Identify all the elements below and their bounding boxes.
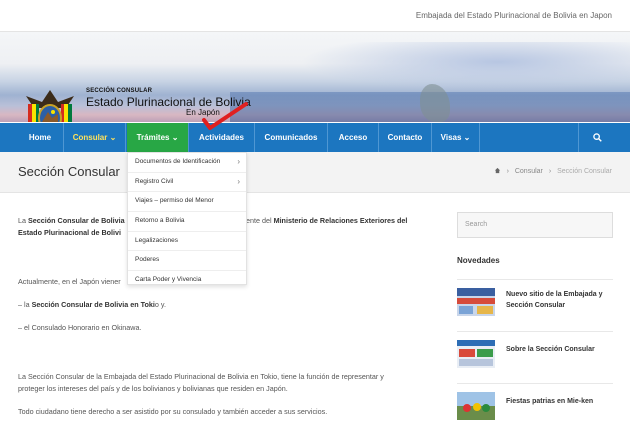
home-icon[interactable] [494, 167, 501, 174]
menu-item-poderes[interactable]: Poderes [128, 251, 246, 272]
news-thumbnail[interactable] [457, 288, 495, 316]
nav-consular[interactable]: Consular ⌄ [64, 123, 126, 152]
menu-item-legalizaciones[interactable]: Legalizaciones [128, 232, 246, 252]
news-thumbnail[interactable] [457, 392, 495, 420]
main-nav: Home Consular ⌄ Trámites ⌄ Actividades C… [0, 123, 630, 152]
news-item[interactable]: Sobre la Sección Consular [457, 331, 613, 372]
search-icon [592, 133, 602, 143]
nav-contacto[interactable]: Contacto [379, 123, 432, 152]
menu-item-carta-poder[interactable]: Carta Poder y Vivencia [128, 271, 246, 290]
chevron-right-icon: › [237, 176, 240, 186]
menu-item-retorno[interactable]: Retorno a Bolivia [128, 212, 246, 232]
search-input[interactable]: Search [457, 212, 613, 238]
menu-item-viajes[interactable]: Viajes – permiso del Menor [128, 192, 246, 213]
chevron-right-icon: › [237, 157, 240, 166]
paragraph-function-2: proteger los intereses del país y de los… [18, 384, 288, 393]
breadcrumb-current: Sección Consular [557, 168, 612, 175]
nav-home[interactable]: Home [17, 123, 64, 152]
news-heading: Novedades [457, 256, 500, 265]
nav-acceso[interactable]: Acceso [328, 123, 379, 152]
news-item[interactable]: Fiestas patrias en Mie-ken [457, 383, 613, 424]
coat-of-arms-logo[interactable] [22, 82, 78, 122]
page-title: Sección Consular [18, 164, 120, 179]
header-banner: SECCIÓN CONSULAR Estado Plurinacional de… [0, 32, 630, 122]
nav-tramites[interactable]: Trámites ⌄ [127, 123, 189, 152]
paragraph-actualmente: Actualmente, en el Japón viener [18, 277, 121, 286]
section-label: SECCIÓN CONSULAR [86, 88, 153, 94]
list-item-okinawa: – el Consulado Honorario en Okinawa. [18, 323, 142, 332]
news-title[interactable]: Nuevo sitio de la Embajada y Sección Con… [506, 290, 610, 312]
breadcrumb-consular[interactable]: Consular [515, 168, 543, 175]
menu-item-registro-civil[interactable]: Registro Civil › [128, 173, 246, 193]
search-placeholder: Search [465, 221, 488, 228]
paragraph-rights: Todo ciudadano tiene derecho a ser asist… [18, 407, 328, 416]
news-title[interactable]: Sobre la Sección Consular [506, 345, 610, 356]
nav-comunicados[interactable]: Comunicados [255, 123, 328, 152]
breadcrumb: › Consular › Sección Consular [494, 167, 612, 175]
paragraph-function-1: La Sección Consular de la Embajada del E… [18, 372, 384, 381]
red-checkmark-annotation [202, 102, 248, 130]
nav-search-button[interactable] [578, 123, 615, 152]
tramites-dropdown-menu: Documentos de Identificación › Registro C… [127, 152, 247, 285]
intro-line-1: La Sección Consular de Bolivia [18, 216, 125, 225]
list-item-tokio: – la Sección Consular de Bolivia en Toki… [18, 300, 166, 309]
news-thumbnail[interactable] [457, 340, 495, 368]
nav-visas[interactable]: Visas ⌄ [432, 123, 480, 152]
top-bar: Embajada del Estado Plurinacional de Bol… [0, 0, 630, 32]
news-item[interactable]: Nuevo sitio de la Embajada y Sección Con… [457, 279, 613, 324]
news-title[interactable]: Fiestas patrias en Mie-ken [506, 397, 610, 408]
intro-line-1b: ente del Ministerio de Relaciones Exteri… [246, 216, 408, 225]
page-header: Sección Consular › Consular › Sección Co… [0, 152, 630, 193]
intro-line-2: Estado Plurinacional de Bolivi [18, 228, 122, 237]
embassy-name: Embajada del Estado Plurinacional de Bol… [415, 11, 612, 20]
menu-item-documentos[interactable]: Documentos de Identificación › [128, 153, 246, 173]
